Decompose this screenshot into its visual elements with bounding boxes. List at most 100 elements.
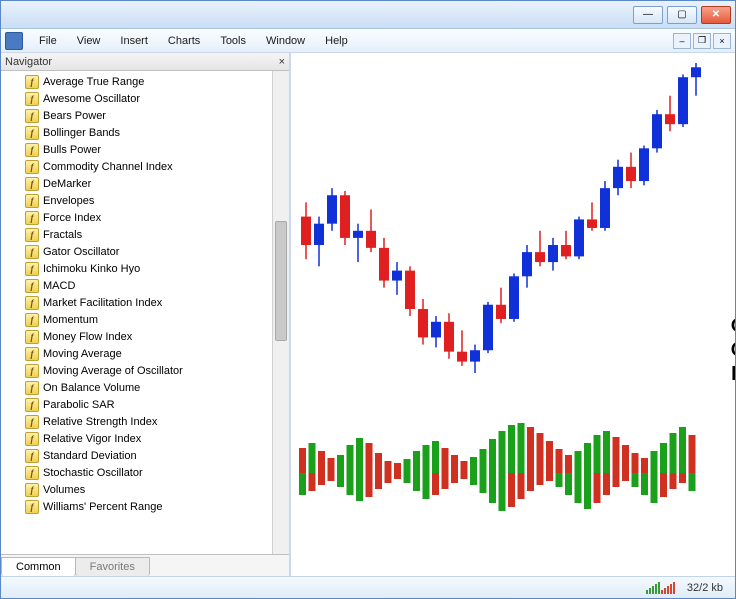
scrollbar-thumb[interactable] [275,221,287,341]
app-window: — ▢ ✕ File View Insert Charts Tools Wind… [0,0,736,599]
menu-view[interactable]: View [67,32,111,50]
indicator-item[interactable]: f Relative Vigor Index [25,430,272,447]
indicator-icon: f [25,330,39,344]
mdi-minimize-button[interactable]: – [673,33,691,49]
close-button[interactable]: ✕ [701,6,731,24]
indicator-item[interactable]: f Moving Average [25,345,272,362]
indicator-icon: f [25,92,39,106]
menu-window[interactable]: Window [256,32,315,50]
indicator-item[interactable]: f Ichimoku Kinko Hyo [25,260,272,277]
mdi-controls: – ❐ × [673,33,731,49]
indicator-label: DeMarker [43,178,91,190]
navigator-panel: Navigator × f Average True Range f Awesome … [1,53,291,576]
menu-insert[interactable]: Insert [110,32,158,50]
indicator-icon: f [25,228,39,242]
indicator-item[interactable]: fMoney Flow Index [25,328,272,345]
indicator-item[interactable]: f Average True Range [25,73,272,90]
indicator-item[interactable]: f Awesome Oscillator [25,90,272,107]
app-icon [5,32,23,50]
indicator-item[interactable]: f Fractals [25,226,272,243]
indicator-icon: f [25,126,39,140]
navigator-scrollbar[interactable] [272,71,289,554]
indicator-label: Force Index [43,212,101,224]
mdi-close-button[interactable]: × [713,33,731,49]
indicator-label: Moving Average of Oscillator [43,365,183,377]
indicator-label: MACD [43,280,75,292]
indicator-item[interactable]: fGator Oscillator [25,243,272,260]
navigator-tree: fAverage True RangefAwesome OscillatorfB… [1,71,289,554]
indicator-icon: f [25,160,39,174]
indicator-icon: f [25,75,39,89]
indicator-icon: f [25,296,39,310]
indicator-item[interactable]: f DeMarker [25,175,272,192]
navigator-title: Navigator [5,56,52,68]
indicator-item[interactable]: fBears Power [25,107,272,124]
indicator-icon: f [25,381,39,395]
indicator-item[interactable]: f Williams' Percent Range [25,498,272,515]
indicator-icon: f [25,262,39,276]
indicator-item[interactable]: f Bollinger Bands [25,124,272,141]
indicator-icon: f [25,415,39,429]
indicator-list[interactable]: fAverage True RangefAwesome OscillatorfB… [1,71,272,554]
titlebar: — ▢ ✕ [1,1,735,29]
indicator-label: Market Facilitation Index [43,297,162,309]
indicator-label: Bears Power [43,110,106,122]
indicator-label: On Balance Volume [43,382,140,394]
statusbar: 32/2 kb [1,576,735,598]
indicator-icon: f [25,364,39,378]
indicator-item[interactable]: fParabolic SAR [25,396,272,413]
status-kb: 32/2 kb [687,582,723,594]
indicator-icon: f [25,347,39,361]
chart-annotation: Gator Oscillator Indicator [731,313,735,385]
menu-help[interactable]: Help [315,32,358,50]
indicator-icon: f [25,432,39,446]
navigator-close-icon[interactable]: × [279,56,285,68]
indicator-icon: f [25,177,39,191]
chart-area[interactable]: Gator Oscillator Indicator [291,53,735,576]
indicator-icon: f [25,398,39,412]
indicator-item[interactable]: fMACD [25,277,272,294]
indicator-item[interactable]: fMomentum [25,311,272,328]
indicator-icon: f [25,466,39,480]
indicator-label: Momentum [43,314,98,326]
client-area: Navigator × f Average True Range f Awesome … [1,53,735,576]
menu-tools[interactable]: Tools [210,32,256,50]
indicator-item[interactable]: f Moving Average of Oscillator [25,362,272,379]
maximize-button[interactable]: ▢ [667,6,697,24]
indicator-label: Williams' Percent Range [43,501,162,513]
indicator-item[interactable]: fCommodity Channel Index [25,158,272,175]
indicator-label: Moving Average [43,348,122,360]
indicator-label: Fractals [43,229,82,241]
annotation-line1: Gator Oscillator [731,313,735,361]
mdi-restore-button[interactable]: ❐ [693,33,711,49]
indicator-icon: f [25,449,39,463]
indicator-icon: f [25,143,39,157]
indicator-item[interactable]: f Market Facilitation Index [25,294,272,311]
indicator-icon: f [25,245,39,259]
indicator-label: Bollinger Bands [43,127,120,139]
menu-file[interactable]: File [29,32,67,50]
indicator-label: Ichimoku Kinko Hyo [43,263,140,275]
indicator-item[interactable]: f Relative Strength Index [25,413,272,430]
price-chart [291,53,731,573]
indicator-item[interactable]: f Bulls Power [25,141,272,158]
indicator-item[interactable]: fVolumes [25,481,272,498]
indicator-label: Awesome Oscillator [43,93,140,105]
annotation-line2: Indicator [731,361,735,385]
indicator-label: Bulls Power [43,144,101,156]
indicator-icon: f [25,483,39,497]
indicator-item[interactable]: fStochastic Oscillator [25,464,272,481]
menu-charts[interactable]: Charts [158,32,210,50]
tab-common[interactable]: Common [1,557,76,576]
indicator-label: Relative Strength Index [43,416,157,428]
indicator-item[interactable]: fEnvelopes [25,192,272,209]
indicator-label: Relative Vigor Index [43,433,141,445]
minimize-button[interactable]: — [633,6,663,24]
indicator-icon: f [25,500,39,514]
indicator-item[interactable]: fStandard Deviation [25,447,272,464]
tab-favorites[interactable]: Favorites [75,557,150,576]
indicator-item[interactable]: f On Balance Volume [25,379,272,396]
indicator-label: Envelopes [43,195,94,207]
indicator-item[interactable]: fForce Index [25,209,272,226]
indicator-label: Average True Range [43,76,144,88]
